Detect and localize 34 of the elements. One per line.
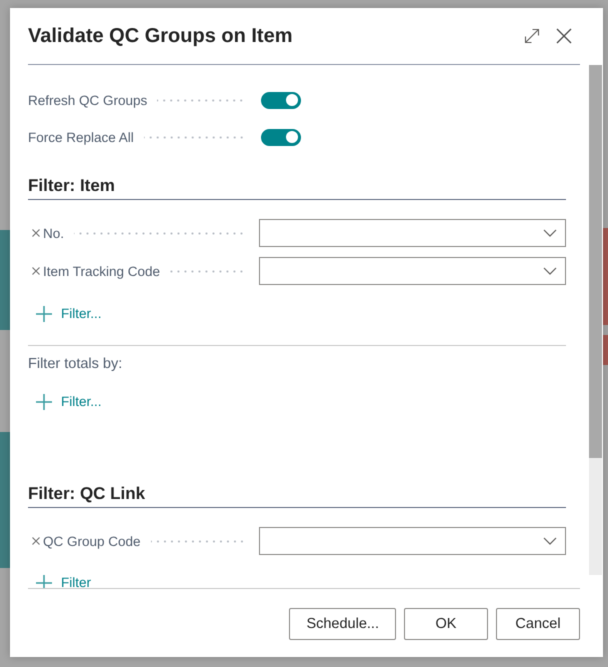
option-label: Refresh QC Groups — [28, 92, 148, 108]
dialog-button[interactable]: Schedule... — [289, 608, 396, 640]
remove-icon[interactable] — [32, 537, 40, 545]
totals-label: Filter totals by: — [28, 355, 124, 374]
dialog-button[interactable]: OK — [404, 608, 488, 640]
dropdown-field[interactable] — [259, 219, 566, 247]
plus-icon[interactable] — [36, 394, 52, 410]
plus-icon[interactable] — [36, 575, 52, 588]
dropdown-field[interactable] — [259, 527, 566, 555]
filter-label: Item Tracking Code — [43, 264, 160, 278]
section-heading: Filter: QC Link — [28, 482, 566, 508]
section-heading: Filter: Item — [28, 174, 566, 200]
toggle-switch[interactable] — [261, 92, 301, 108]
dialog-button[interactable]: Cancel — [496, 608, 580, 640]
backdrop-panel — [603, 335, 608, 365]
filter-label: No. — [43, 226, 64, 240]
chevron-down-icon[interactable] — [543, 229, 557, 237]
filter-label: QC Group Code — [43, 534, 141, 548]
chevron-down-icon[interactable] — [543, 537, 557, 545]
chevron-down-icon[interactable] — [543, 267, 557, 275]
scrollbar-thumb[interactable] — [589, 65, 602, 458]
remove-icon[interactable] — [32, 267, 40, 275]
add-filter-link[interactable]: Filter... — [28, 388, 102, 416]
scrollbar[interactable] — [589, 65, 602, 575]
toggle-switch[interactable] — [261, 128, 301, 146]
add-filter-link[interactable]: Filter... — [28, 300, 102, 328]
remove-icon[interactable] — [32, 229, 40, 237]
close-icon[interactable] — [556, 28, 572, 44]
plus-icon[interactable] — [36, 306, 52, 322]
expand-icon[interactable] — [524, 28, 540, 44]
add-filter-link[interactable]: Filter — [28, 569, 91, 588]
dialog-title: Validate QC Groups on Item — [28, 24, 292, 48]
option-label: Force Replace All — [28, 130, 134, 144]
dropdown-field[interactable] — [259, 257, 566, 285]
